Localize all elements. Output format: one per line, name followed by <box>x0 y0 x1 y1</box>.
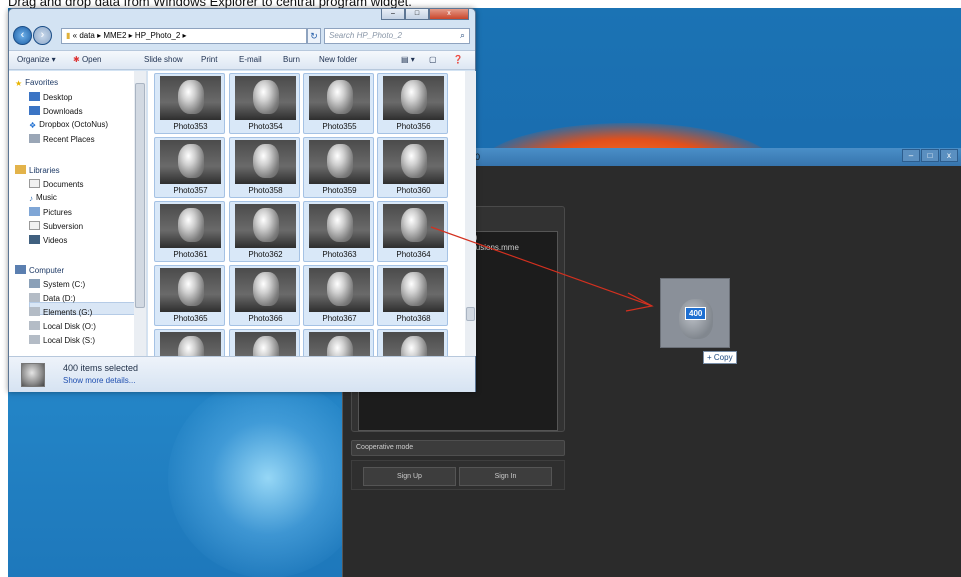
drag-arrow-line <box>430 226 653 307</box>
drag-arrow <box>430 226 654 312</box>
drag-arrow-head <box>625 292 654 312</box>
